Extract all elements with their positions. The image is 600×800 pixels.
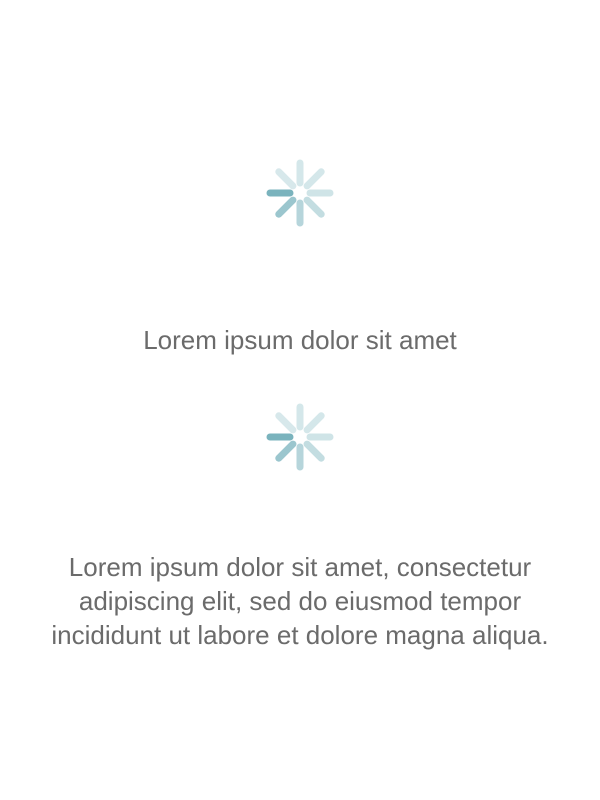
loading-message: Lorem ipsum dolor sit amet, consectetur … bbox=[51, 552, 549, 650]
spinner-spoke bbox=[303, 168, 325, 190]
spinner-spoke bbox=[303, 412, 325, 434]
spinner-spoke bbox=[275, 412, 297, 434]
spinner-spoke bbox=[303, 440, 325, 462]
spinner-icon bbox=[266, 159, 334, 227]
spinner-spoke bbox=[275, 196, 297, 218]
loading-state-long: Lorem ipsum dolor sit amet, consectetur … bbox=[0, 400, 600, 652]
spinner-icon bbox=[266, 403, 334, 471]
loading-state-short: Lorem ipsum dolor sit amet bbox=[0, 156, 600, 357]
spinner-spoke bbox=[275, 168, 297, 190]
loading-message: Lorem ipsum dolor sit amet bbox=[143, 325, 457, 355]
spinner-spoke bbox=[303, 196, 325, 218]
spinner-spoke bbox=[275, 440, 297, 462]
